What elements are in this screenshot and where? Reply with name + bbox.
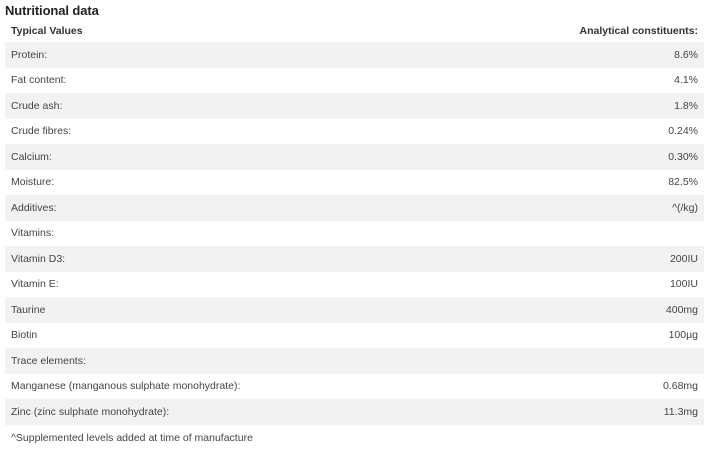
- row-value: 200IU: [669, 252, 698, 265]
- row-label: Moisture:: [11, 176, 55, 189]
- table-row: Taurine 400mg: [5, 297, 704, 323]
- table-row: Vitamin D3: 200IU: [5, 246, 704, 272]
- row-value: 100IU: [669, 278, 698, 291]
- table-row: Vitamin E: 100IU: [5, 272, 704, 298]
- row-value: 4.1%: [674, 74, 698, 87]
- footnote: ^Supplemented levels added at time of ma…: [11, 432, 253, 444]
- table-row: Zinc (zinc sulphate monohydrate): 11.3mg: [5, 399, 704, 425]
- row-value: 11.3mg: [663, 405, 698, 418]
- table-row: Calcium: 0.30%: [5, 144, 704, 170]
- row-label: Crude ash:: [11, 99, 63, 112]
- table-row: Protein: 8.6%: [5, 42, 704, 68]
- table-row: Fat content: 4.1%: [5, 68, 704, 94]
- nutrition-table: Typical Values Analytical constituents: …: [5, 19, 704, 425]
- row-label: Trace elements:: [11, 354, 86, 367]
- row-label: Fat content:: [11, 74, 67, 87]
- row-label: Crude fibres:: [11, 125, 72, 138]
- table-row: Moisture: 82.5%: [5, 170, 704, 196]
- row-label: Biotin: [11, 329, 38, 342]
- table-header-row: Typical Values Analytical constituents:: [5, 19, 704, 42]
- row-value: ^(/kg): [672, 201, 698, 214]
- row-value: 0.24%: [668, 125, 698, 138]
- row-label: Vitamin D3:: [11, 252, 66, 265]
- row-value: 100µg: [668, 329, 698, 342]
- section-title: Nutritional data: [5, 3, 99, 18]
- row-label: Protein:: [11, 48, 48, 61]
- row-value: 8.6%: [674, 48, 698, 61]
- row-value: 400mg: [665, 303, 698, 316]
- row-label: Zinc (zinc sulphate monohydrate):: [11, 405, 170, 418]
- row-value: 82.5%: [668, 176, 698, 189]
- row-label: Calcium:: [11, 150, 52, 163]
- header-typical-values: Typical Values: [11, 24, 83, 37]
- row-value: 1.8%: [674, 99, 698, 112]
- row-value: 0.68mg: [662, 380, 698, 393]
- row-label: Additives:: [11, 201, 57, 214]
- table-row: Biotin 100µg: [5, 323, 704, 349]
- row-label: Manganese (manganous sulphate monohydrat…: [11, 380, 241, 393]
- row-label: Vitamin E:: [11, 278, 59, 291]
- row-value: 0.30%: [668, 150, 698, 163]
- table-row: Crude ash: 1.8%: [5, 93, 704, 119]
- table-row: Crude fibres: 0.24%: [5, 119, 704, 145]
- header-analytical-constituents: Analytical constituents:: [579, 24, 698, 37]
- table-row: Manganese (manganous sulphate monohydrat…: [5, 374, 704, 400]
- table-row: Additives: ^(/kg): [5, 195, 704, 221]
- table-row: Vitamins:: [5, 221, 704, 247]
- row-label: Taurine: [11, 303, 46, 316]
- table-row: Trace elements:: [5, 348, 704, 374]
- row-label: Vitamins:: [11, 227, 54, 240]
